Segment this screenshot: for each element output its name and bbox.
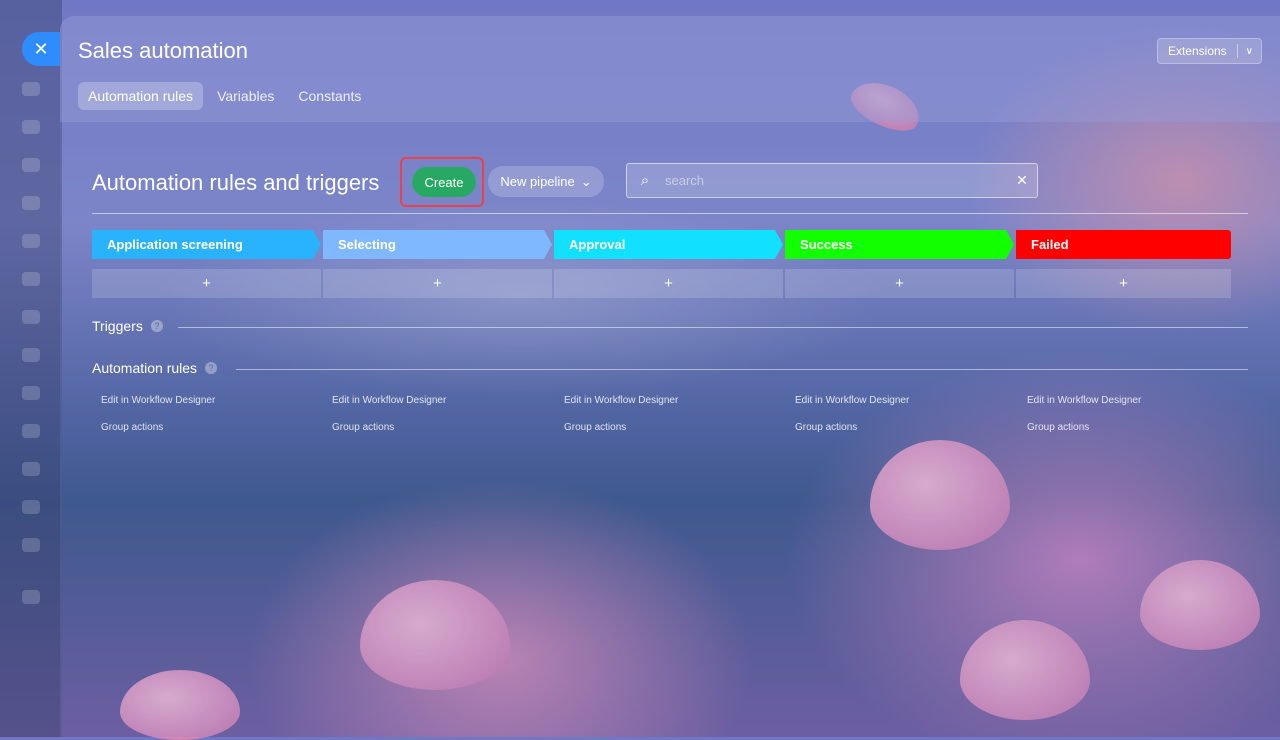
triggers-divider: [178, 327, 1248, 328]
tab-variables[interactable]: Variables: [207, 82, 284, 110]
edit-workflow-link[interactable]: Edit in Workflow Designer: [332, 395, 446, 406]
chevron-down-icon: ⌄: [580, 173, 592, 189]
create-button[interactable]: Create: [412, 167, 476, 197]
tab-automation-rules[interactable]: Automation rules: [78, 82, 204, 110]
add-trigger-row: + + + + +: [92, 269, 1231, 298]
extensions-dropdown[interactable]: Extensions ∨: [1156, 38, 1262, 64]
search-box: ⌕ ✕: [626, 163, 1038, 198]
rules-label: Automation rules: [92, 360, 198, 376]
new-pipeline-label: New pipeline: [500, 174, 575, 189]
header-divider: [92, 213, 1248, 214]
sidebar-icon[interactable]: [22, 158, 40, 172]
sidebar-icon[interactable]: [22, 386, 40, 400]
edit-workflow-link[interactable]: Edit in Workflow Designer: [101, 395, 215, 406]
app-sidebar: [0, 0, 62, 737]
sidebar-icon[interactable]: [22, 348, 40, 362]
chevron-down-icon[interactable]: ∨: [1238, 46, 1261, 57]
stage-label: Success: [800, 237, 853, 252]
search-icon: ⌕: [640, 172, 650, 189]
sidebar-icon[interactable]: [22, 120, 40, 134]
sidebar-icon[interactable]: [22, 310, 40, 324]
add-button[interactable]: +: [92, 269, 321, 298]
stage-selecting[interactable]: Selecting: [323, 230, 552, 259]
clear-icon[interactable]: ✕: [1007, 172, 1037, 189]
add-button[interactable]: +: [1016, 269, 1231, 298]
search-input[interactable]: [663, 172, 1007, 189]
stage-approval[interactable]: Approval: [554, 230, 783, 259]
sidebar-icon[interactable]: [22, 538, 40, 552]
help-icon[interactable]: ?: [205, 362, 218, 374]
rules-title: Automation rules ?: [92, 360, 218, 376]
group-actions-link[interactable]: Group actions: [795, 422, 857, 433]
close-button[interactable]: ✕: [22, 32, 60, 66]
triggers-label: Triggers: [92, 318, 143, 334]
sidebar-icon[interactable]: [22, 272, 40, 286]
new-pipeline-dropdown[interactable]: New pipeline ⌄: [488, 166, 604, 197]
add-button[interactable]: +: [323, 269, 552, 298]
stage-failed[interactable]: Failed: [1016, 230, 1231, 259]
extensions-label: Extensions: [1167, 44, 1227, 58]
group-actions-link[interactable]: Group actions: [332, 422, 394, 433]
group-actions-link[interactable]: Group actions: [101, 422, 163, 433]
page-title: Sales automation: [78, 38, 248, 63]
tab-bar: Automation rules Variables Constants: [78, 82, 371, 110]
group-actions-link[interactable]: Group actions: [564, 422, 626, 433]
sidebar-icon[interactable]: [22, 500, 40, 514]
triggers-title: Triggers ?: [92, 318, 163, 334]
add-button[interactable]: +: [554, 269, 783, 298]
edit-workflow-link[interactable]: Edit in Workflow Designer: [795, 395, 909, 406]
stage-label: Approval: [569, 237, 626, 252]
stage-label: Application screening: [107, 237, 243, 252]
close-icon: ✕: [33, 38, 49, 59]
stage-row: Application screening Selecting Approval…: [92, 230, 1231, 259]
sidebar-icon[interactable]: [22, 424, 40, 438]
add-button[interactable]: +: [785, 269, 1014, 298]
sidebar-icon[interactable]: [22, 462, 40, 476]
stage-label: Failed: [1031, 237, 1069, 252]
stage-label: Selecting: [338, 237, 396, 252]
sidebar-icon[interactable]: [22, 234, 40, 248]
panel-header: Sales automation Automation rules Variab…: [60, 16, 1280, 122]
rules-divider: [236, 369, 1248, 370]
section-heading: Automation rules and triggers: [92, 170, 380, 195]
sidebar-icon[interactable]: [22, 590, 40, 604]
tab-constants[interactable]: Constants: [288, 82, 371, 110]
automation-panel: Sales automation Automation rules Variab…: [60, 16, 1280, 737]
group-actions-link[interactable]: Group actions: [1027, 422, 1089, 433]
sidebar-icon[interactable]: [22, 196, 40, 210]
stage-success[interactable]: Success: [785, 230, 1014, 259]
stage-application-screening[interactable]: Application screening: [92, 230, 321, 259]
edit-workflow-link[interactable]: Edit in Workflow Designer: [564, 395, 678, 406]
edit-workflow-link[interactable]: Edit in Workflow Designer: [1027, 395, 1141, 406]
help-icon[interactable]: ?: [150, 320, 163, 332]
sidebar-icon[interactable]: [22, 82, 40, 96]
